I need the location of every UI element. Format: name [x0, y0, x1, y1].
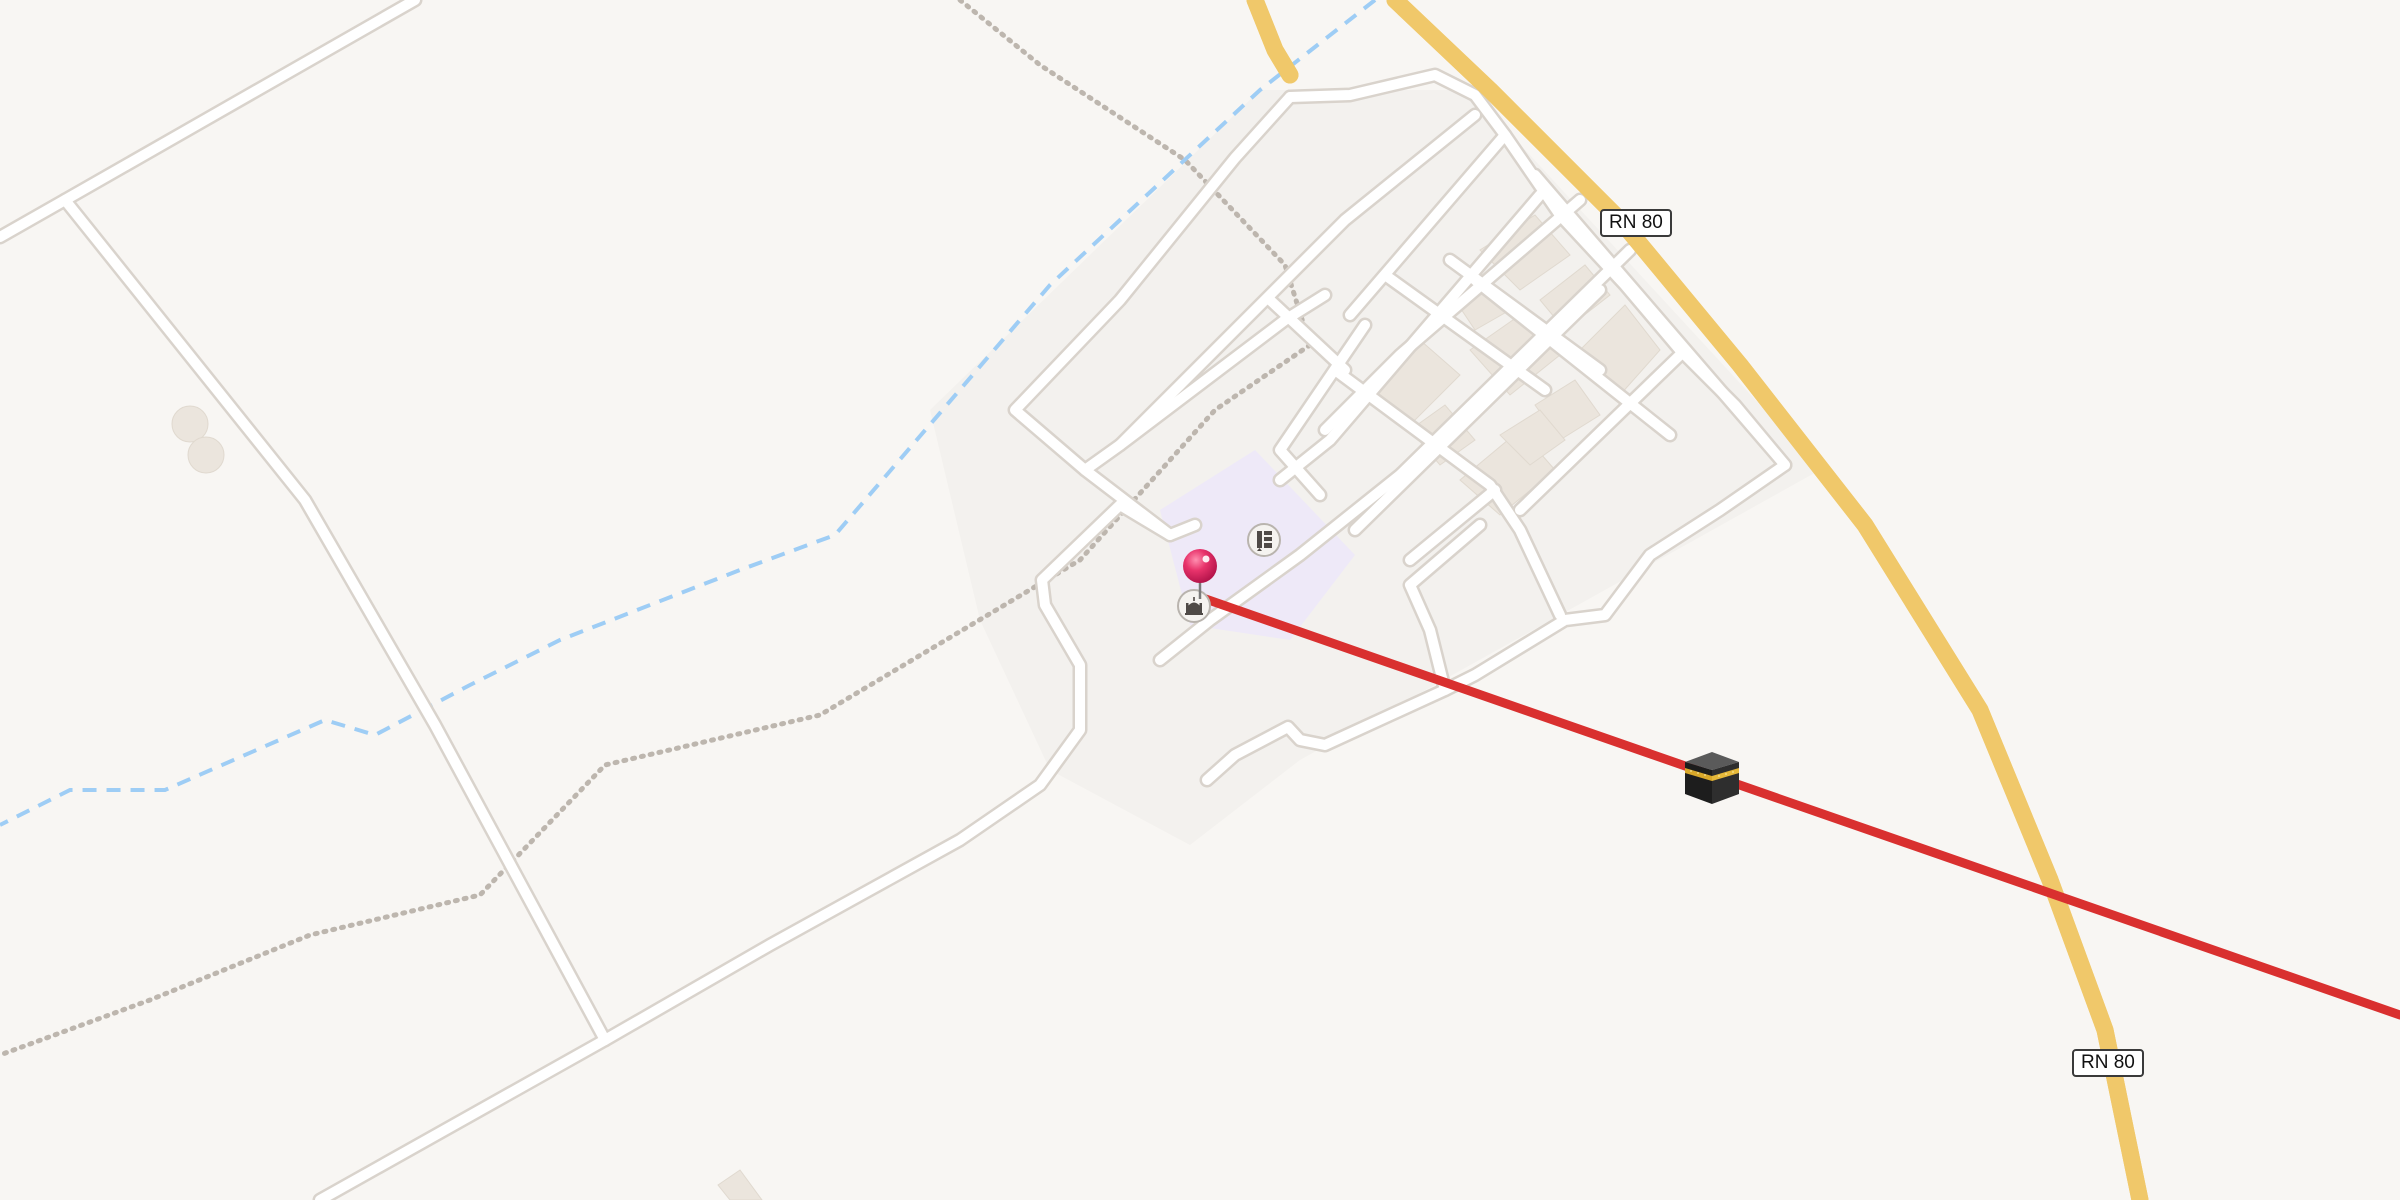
road-shield-rn80-north: RN 80 [1600, 209, 1672, 237]
location-pin-icon[interactable] [1176, 543, 1224, 601]
school-icon [1257, 531, 1272, 551]
buildings [171, 214, 1661, 1200]
road-shield-rn80-south: RN 80 [2072, 1049, 2144, 1077]
kaaba-icon[interactable] [1681, 748, 1743, 808]
qibla-direction-line [1195, 592, 2400, 1020]
map-view[interactable]: RN 80 RN 80 [0, 0, 2400, 1200]
school-poi[interactable] [1247, 523, 1281, 557]
